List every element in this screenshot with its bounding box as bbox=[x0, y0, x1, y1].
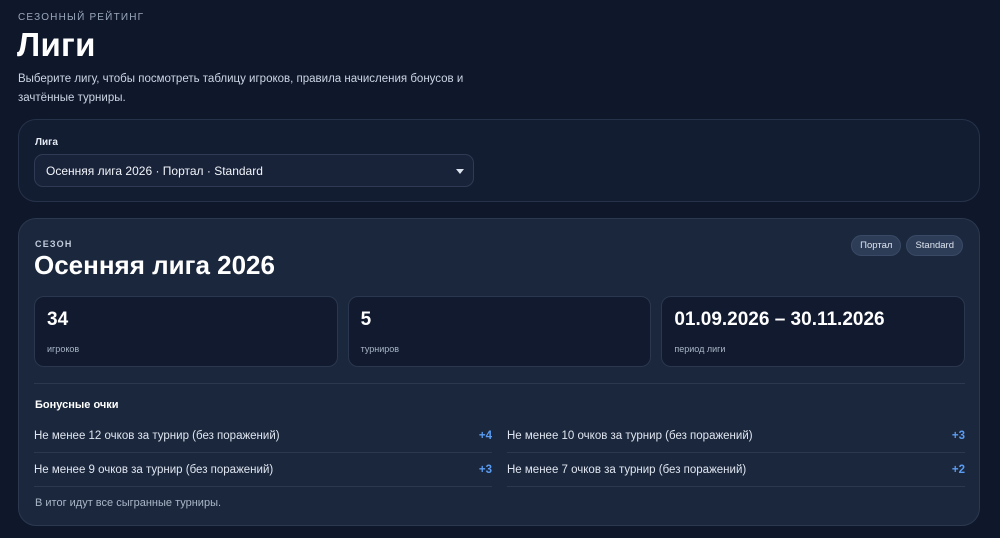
tag-portal: Портал bbox=[851, 235, 902, 256]
stat-value: 01.09.2026 – 30.11.2026 bbox=[674, 309, 885, 330]
stat-label: период лиги bbox=[674, 344, 726, 354]
page-description: Выберите лигу, чтобы посмотреть таблицу … bbox=[18, 73, 464, 104]
stat-label: игроков bbox=[47, 344, 80, 354]
season-stats: 34 игроков 5 турниров 01.09.2026 – 30.11… bbox=[34, 296, 966, 367]
bonus-row: Не менее 10 очков за турнир (без поражен… bbox=[507, 419, 965, 453]
bonus-condition: Не менее 12 очков за турнир (без поражен… bbox=[34, 429, 280, 442]
stat-tournaments: 5 турниров bbox=[347, 296, 652, 367]
bonus-condition: Не менее 10 очков за турнир (без поражен… bbox=[507, 429, 753, 442]
bonus-condition: Не менее 9 очков за турнир (без поражени… bbox=[34, 463, 274, 476]
bonus-row: Не менее 9 очков за турнир (без поражени… bbox=[34, 453, 492, 487]
bonus-points: +4 bbox=[478, 429, 492, 442]
season-eyebrow: СЕЗОН bbox=[35, 239, 73, 249]
page-title: Лиги bbox=[17, 26, 96, 63]
season-card: СЕЗОН Осенняя лига 2026 Портал Standard … bbox=[18, 218, 980, 526]
stat-value: 5 bbox=[360, 309, 372, 330]
bonus-points: +3 bbox=[951, 429, 965, 442]
stat-players: 34 игроков bbox=[34, 296, 338, 367]
bonus-row: Не менее 12 очков за турнир (без поражен… bbox=[34, 419, 492, 453]
league-select-label: Лига bbox=[35, 137, 58, 148]
bonus-points: +3 bbox=[478, 463, 492, 476]
season-title: Осенняя лига 2026 bbox=[34, 250, 275, 280]
league-select-card: Лига Осенняя лига 2026 · Портал · Standa… bbox=[18, 119, 980, 202]
stat-value: 34 bbox=[47, 309, 69, 330]
tag-format: Standard bbox=[906, 235, 963, 256]
bonus-condition: Не менее 7 очков за турнир (без поражени… bbox=[507, 463, 747, 476]
bonus-footer-note: В итог идут все сыгранные турниры. bbox=[35, 497, 222, 509]
page-eyebrow: СЕЗОННЫЙ РЕЙТИНГ bbox=[18, 12, 145, 23]
bonus-row: Не менее 7 очков за турнир (без поражени… bbox=[507, 453, 965, 487]
league-select[interactable]: Осенняя лига 2026 · Портал · Standard bbox=[34, 154, 474, 187]
season-tags: Портал Standard bbox=[851, 235, 963, 256]
stat-label: турниров bbox=[360, 344, 400, 354]
bonus-list: Не менее 12 очков за турнир (без поражен… bbox=[34, 419, 965, 487]
stat-period: 01.09.2026 – 30.11.2026 период лиги bbox=[661, 296, 966, 367]
divider bbox=[34, 383, 965, 384]
bonus-title: Бонусные очки bbox=[35, 399, 119, 411]
bonus-points: +2 bbox=[951, 463, 965, 476]
chevron-down-icon bbox=[456, 169, 464, 174]
league-select-value: Осенняя лига 2026 · Портал · Standard bbox=[46, 163, 263, 178]
